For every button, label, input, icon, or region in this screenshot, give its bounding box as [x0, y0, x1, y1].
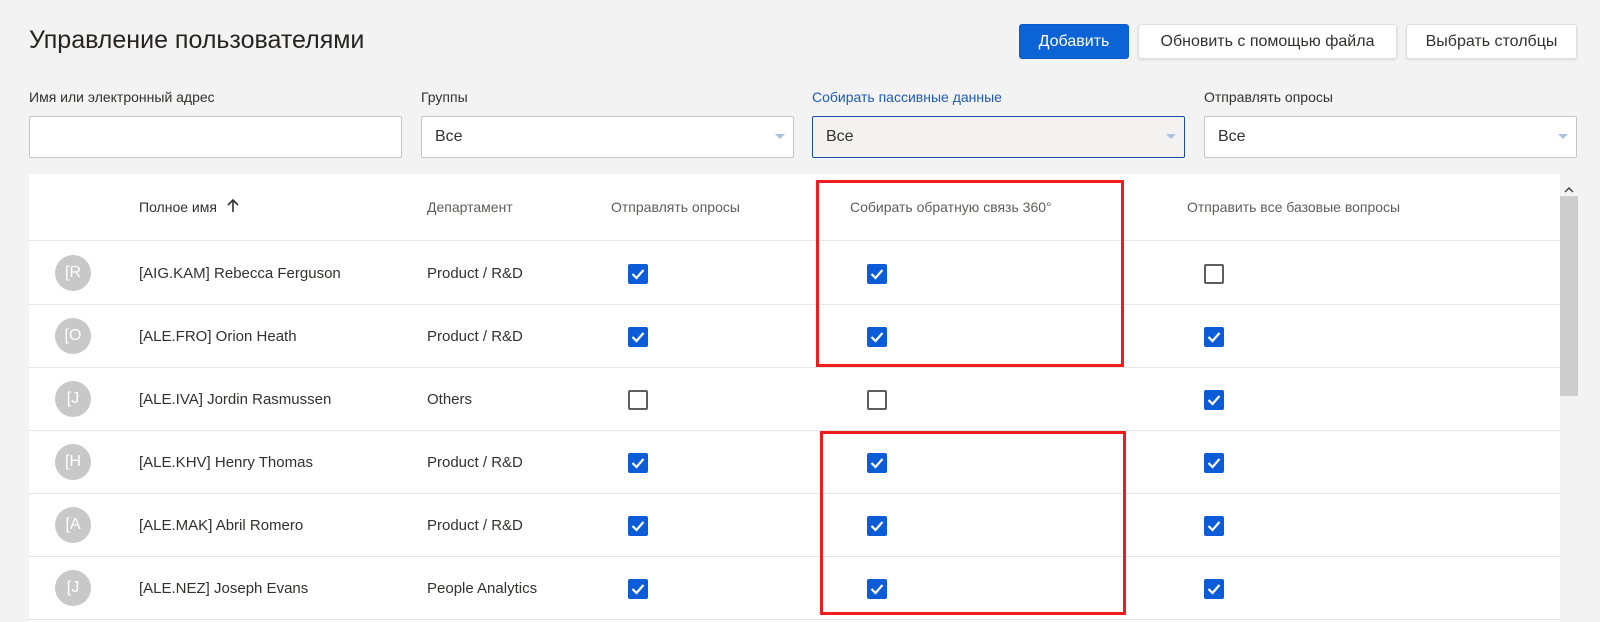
table-row[interactable]: [R [AIG.KAM] Rebecca Ferguson Product / R&…	[29, 242, 1560, 305]
checkbox-feedback-360[interactable]	[867, 516, 887, 536]
chevron-down-icon	[1166, 134, 1176, 139]
vertical-scrollbar[interactable]	[1560, 174, 1578, 622]
check-icon	[870, 269, 884, 280]
table-row[interactable]: [J [ALE.IVA] Jordin Rasmussen Others	[29, 368, 1560, 431]
surveys-dropdown[interactable]: Все	[1204, 116, 1577, 158]
user-department: Others	[427, 391, 473, 408]
chevron-down-icon	[1558, 134, 1568, 139]
filter-surveys: Отправлять опросы Все	[1204, 87, 1577, 158]
groups-dropdown-value: Все	[435, 128, 463, 145]
filter-name: Имя или электронный адрес	[29, 87, 402, 158]
avatar: [R	[55, 255, 91, 291]
check-icon	[631, 458, 645, 469]
table-header: Полное имя Департамент Отправлять опросы…	[29, 174, 1560, 241]
column-header-name[interactable]: Полное имя	[139, 174, 239, 241]
avatar: [A	[55, 507, 91, 543]
user-name[interactable]: [ALE.KHV] Henry Thomas	[139, 431, 313, 494]
check-icon	[631, 332, 645, 343]
table-row[interactable]: [A [ALE.MAK] Abril Romero Product / R&D	[29, 494, 1560, 557]
check-icon	[870, 332, 884, 343]
check-icon	[1207, 458, 1221, 469]
scrollbar-thumb[interactable]	[1560, 196, 1578, 396]
avatar: [J	[55, 381, 91, 417]
filter-groups: Группы Все	[421, 87, 794, 158]
checkbox-base-questions[interactable]	[1204, 264, 1224, 284]
filter-groups-label: Группы	[421, 89, 468, 105]
surveys-dropdown-value: Все	[1218, 128, 1246, 145]
passive-data-dropdown-value: Все	[826, 128, 854, 145]
user-department: Product / R&D	[427, 454, 523, 471]
checkbox-feedback-360[interactable]	[867, 327, 887, 347]
column-header-send-surveys[interactable]: Отправлять опросы	[611, 174, 740, 241]
check-icon	[631, 521, 645, 532]
check-icon	[1207, 332, 1221, 343]
checkbox-base-questions[interactable]	[1204, 390, 1224, 410]
table-row[interactable]: [H [ALE.KHV] Henry Thomas Product / R&D	[29, 431, 1560, 494]
table-row[interactable]: [J [ALE.NEZ] Joseph Evans People Analytics	[29, 557, 1560, 620]
check-icon	[870, 458, 884, 469]
checkbox-base-questions[interactable]	[1204, 516, 1224, 536]
user-name[interactable]: [ALE.MAK] Abril Romero	[139, 494, 303, 557]
user-name[interactable]: [ALE.IVA] Jordin Rasmussen	[139, 368, 331, 431]
update-from-file-button[interactable]: Обновить с помощью файла	[1138, 24, 1397, 59]
user-department: Product / R&D	[427, 517, 523, 534]
user-department: People Analytics	[427, 580, 538, 597]
checkbox-send-surveys[interactable]	[628, 516, 648, 536]
groups-dropdown[interactable]: Все	[421, 116, 794, 158]
add-button[interactable]: Добавить	[1019, 24, 1129, 59]
chevron-down-icon	[775, 134, 785, 139]
avatar: [O	[55, 318, 91, 354]
checkbox-send-surveys[interactable]	[628, 327, 648, 347]
filter-surveys-label: Отправлять опросы	[1204, 89, 1333, 105]
name-search-input[interactable]	[29, 116, 402, 158]
checkbox-feedback-360[interactable]	[867, 453, 887, 473]
checkbox-feedback-360[interactable]	[867, 264, 887, 284]
avatar: [J	[55, 570, 91, 606]
passive-data-dropdown[interactable]: Все	[812, 116, 1185, 158]
user-department: Product / R&D	[427, 265, 523, 282]
checkbox-send-surveys[interactable]	[628, 390, 648, 410]
check-icon	[631, 269, 645, 280]
checkbox-base-questions[interactable]	[1204, 327, 1224, 347]
checkbox-base-questions[interactable]	[1204, 453, 1224, 473]
checkbox-send-surveys[interactable]	[628, 453, 648, 473]
check-icon	[631, 584, 645, 595]
user-department: Product / R&D	[427, 328, 523, 345]
filter-name-label: Имя или электронный адрес	[29, 89, 215, 105]
users-table: Полное имя Департамент Отправлять опросы…	[29, 174, 1578, 622]
checkbox-feedback-360[interactable]	[867, 579, 887, 599]
checkbox-base-questions[interactable]	[1204, 579, 1224, 599]
column-header-name-label: Полное имя	[139, 199, 217, 215]
check-icon	[1207, 584, 1221, 595]
user-name[interactable]: [AIG.KAM] Rebecca Ferguson	[139, 242, 341, 305]
check-icon	[1207, 395, 1221, 406]
filter-passive-data: Собирать пассивные данные Все	[812, 87, 1185, 158]
column-header-base-questions[interactable]: Отправить все базовые вопросы	[1187, 174, 1400, 241]
choose-columns-button[interactable]: Выбрать столбцы	[1406, 24, 1577, 59]
checkbox-feedback-360[interactable]	[867, 390, 887, 410]
check-icon	[870, 521, 884, 532]
user-name[interactable]: [ALE.FRO] Orion Heath	[139, 305, 297, 368]
table-row[interactable]: [O [ALE.FRO] Orion Heath Product / R&D	[29, 305, 1560, 368]
column-header-department[interactable]: Департамент	[427, 174, 513, 241]
page-title: Управление пользователями	[29, 26, 365, 54]
avatar: [H	[55, 444, 91, 480]
check-icon	[1207, 521, 1221, 532]
user-name[interactable]: [ALE.NEZ] Joseph Evans	[139, 557, 308, 620]
check-icon	[870, 584, 884, 595]
checkbox-send-surveys[interactable]	[628, 579, 648, 599]
arrow-up-icon	[227, 175, 239, 242]
checkbox-send-surveys[interactable]	[628, 264, 648, 284]
column-header-feedback-360[interactable]: Собирать обратную связь 360°	[850, 174, 1052, 241]
filter-passive-data-label: Собирать пассивные данные	[812, 89, 1002, 105]
